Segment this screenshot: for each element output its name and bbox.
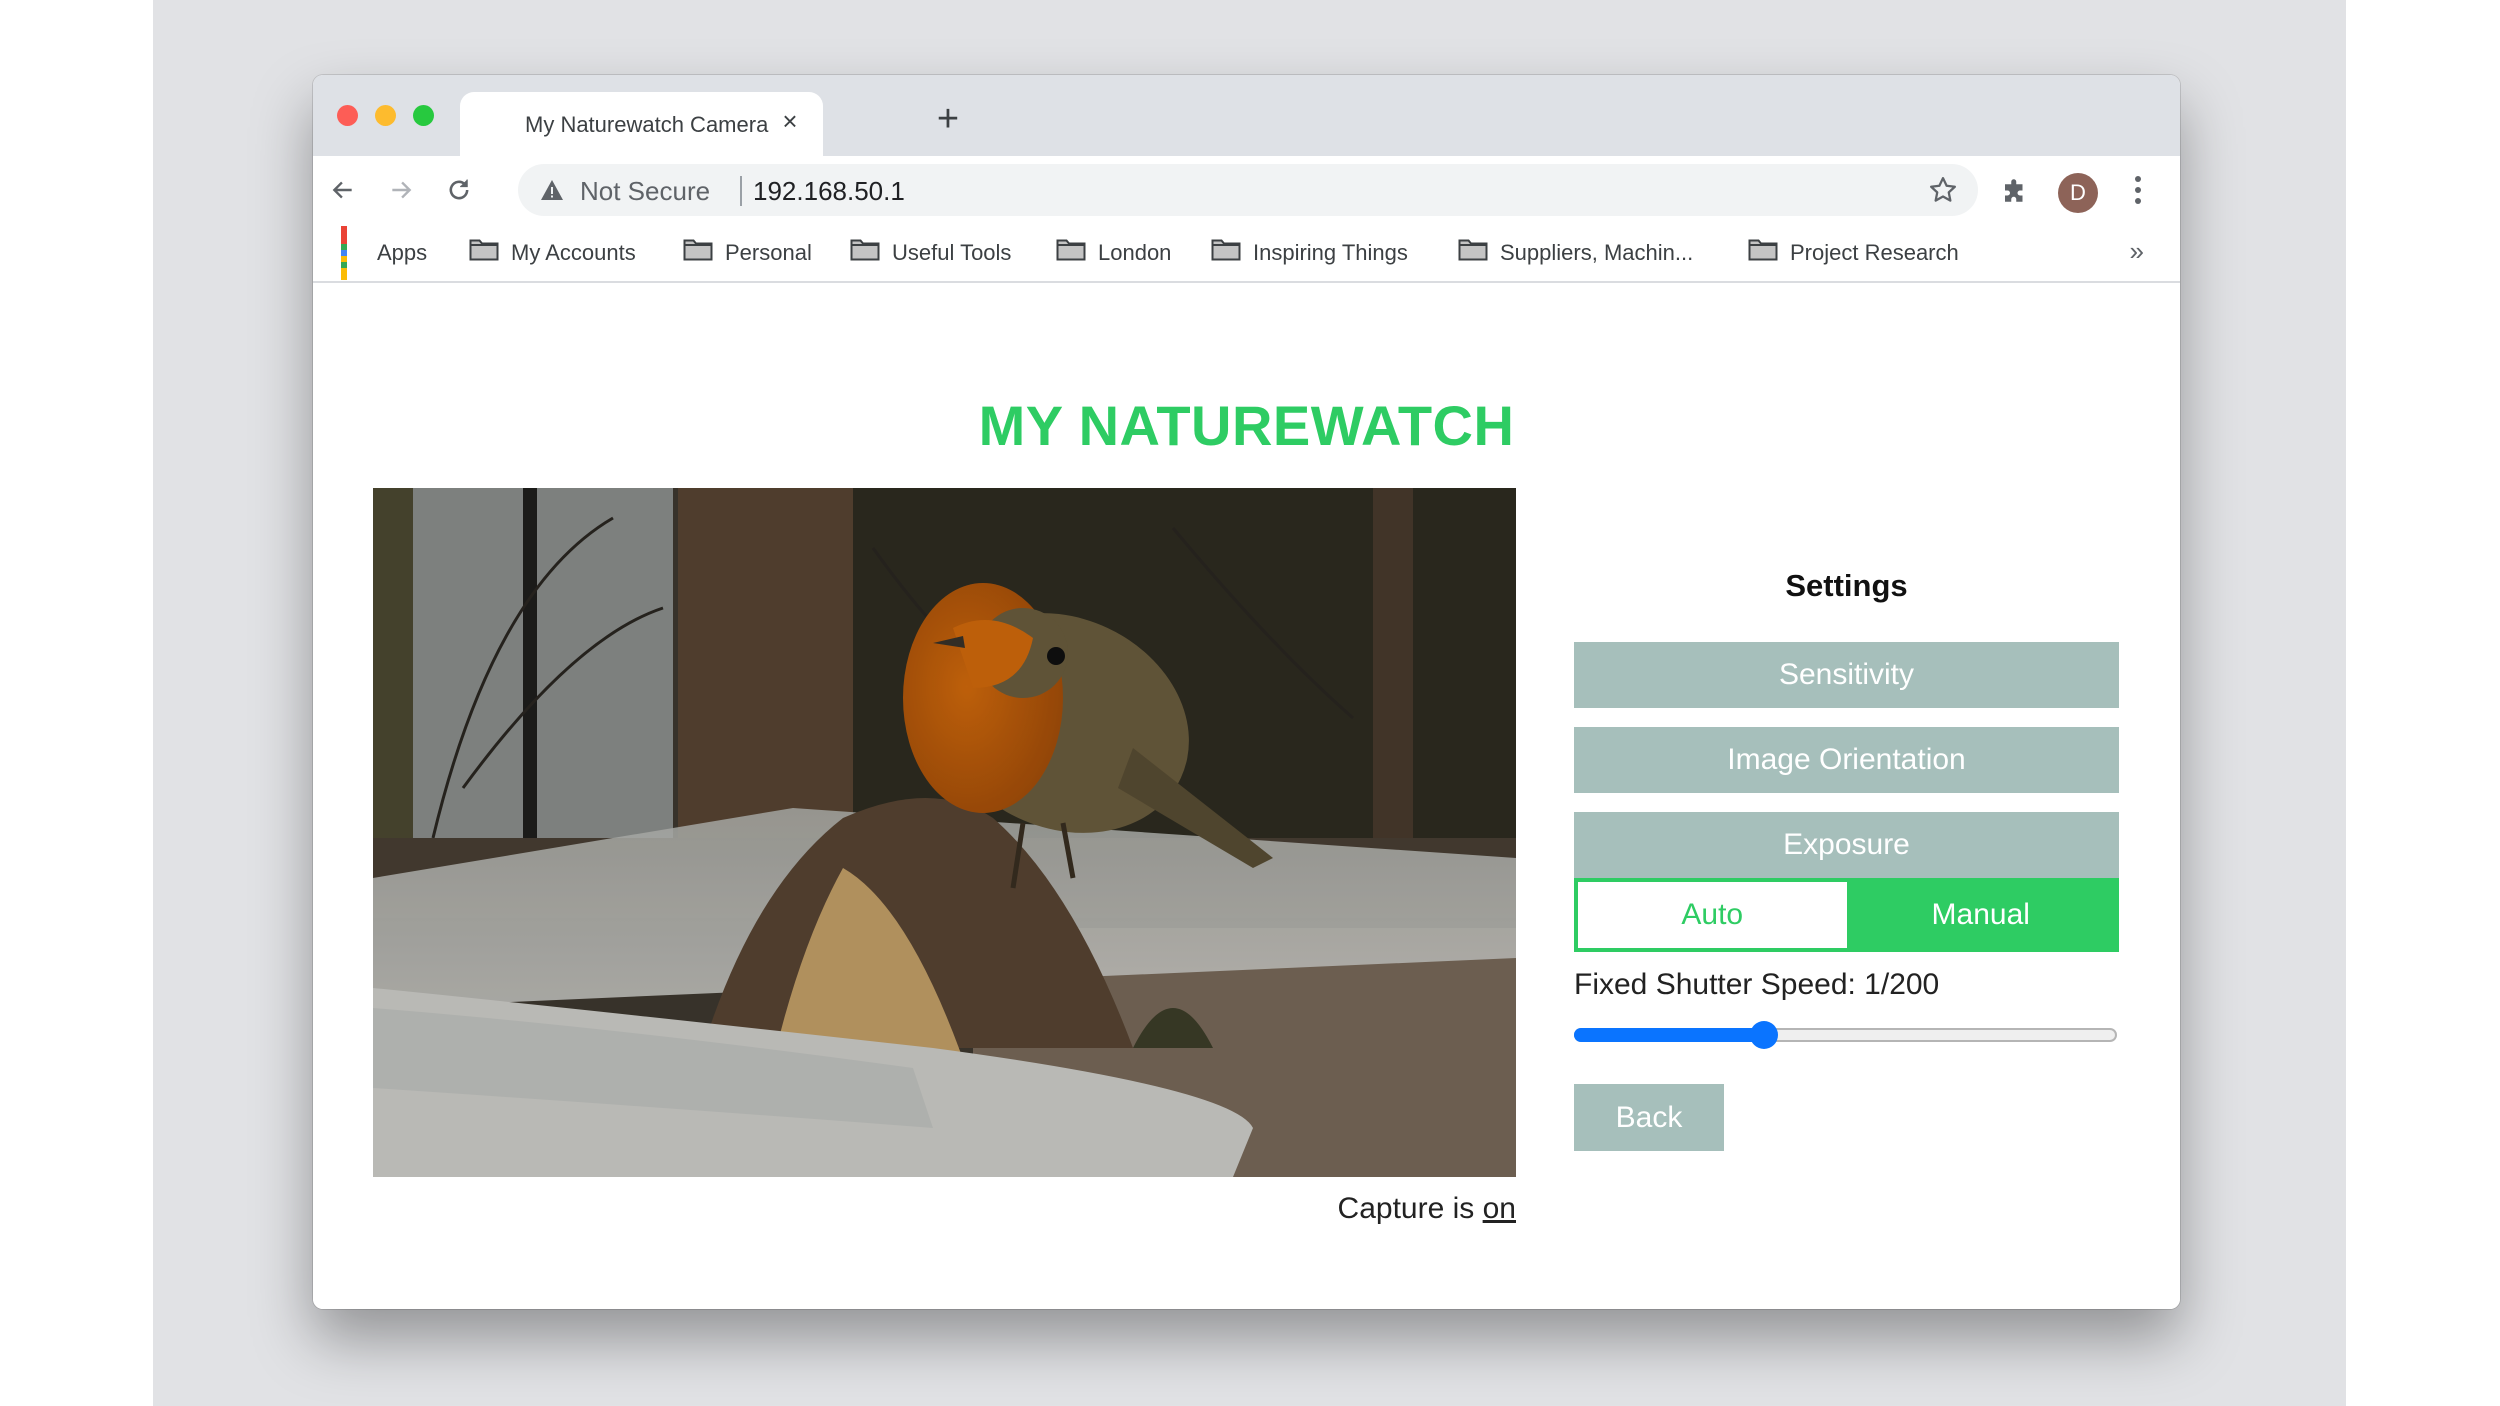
folder-icon xyxy=(1056,238,1086,268)
reload-icon[interactable] xyxy=(439,170,479,210)
sensitivity-button[interactable]: Sensitivity xyxy=(1574,642,2119,708)
capture-status: Capture is on xyxy=(1338,1192,1516,1226)
image-orientation-button[interactable]: Image Orientation xyxy=(1574,727,2119,793)
bookmark-suppliers[interactable]: Suppliers, Machin... xyxy=(1458,238,1693,268)
tab-strip: My Naturewatch Camera × + xyxy=(313,75,2180,156)
apps-grid-icon xyxy=(341,226,365,280)
bookmark-inspiring-things[interactable]: Inspiring Things xyxy=(1211,238,1408,268)
security-label: Not Secure xyxy=(580,176,711,206)
folder-icon xyxy=(1748,238,1778,268)
maximize-window-button[interactable] xyxy=(413,105,434,126)
bookmark-my-accounts[interactable]: My Accounts xyxy=(469,238,636,268)
bookmark-london[interactable]: London xyxy=(1056,238,1171,268)
shutter-speed-slider[interactable] xyxy=(1574,1021,2117,1049)
page-title: MY NATUREWATCH xyxy=(978,394,1515,457)
browser-toolbar: Not Secure 192.168.50.1 D xyxy=(313,156,2180,224)
bookmark-apps[interactable]: Apps xyxy=(341,226,428,280)
bookmark-label: Apps xyxy=(377,240,428,265)
exposure-manual-option[interactable]: Manual xyxy=(1846,882,2115,948)
exposure-button[interactable]: Exposure xyxy=(1574,812,2119,878)
browser-menu-icon[interactable] xyxy=(2133,176,2143,209)
bookmark-star-icon[interactable] xyxy=(1928,175,1958,210)
back-arrow-icon[interactable] xyxy=(323,170,363,210)
minimize-window-button[interactable] xyxy=(375,105,396,126)
folder-icon xyxy=(850,238,880,268)
profile-avatar[interactable]: D xyxy=(2058,173,2098,213)
page-content: MY NATUREWATCH Capture is on Settings Se… xyxy=(313,283,2180,1309)
warning-icon[interactable] xyxy=(540,179,564,206)
folder-icon xyxy=(1211,238,1241,268)
folder-icon xyxy=(469,238,499,268)
url-text[interactable]: 192.168.50.1 xyxy=(753,176,905,207)
address-bar[interactable]: Not Secure 192.168.50.1 xyxy=(518,164,1978,216)
bookmark-label: Personal xyxy=(725,240,812,265)
close-window-button[interactable] xyxy=(337,105,358,126)
exposure-auto-option[interactable]: Auto xyxy=(1578,882,1847,948)
bookmark-label: Suppliers, Machin... xyxy=(1500,240,1694,265)
exposure-mode-toggle: Auto Manual xyxy=(1574,878,2119,952)
shutter-speed-label: Fixed Shutter Speed: 1/200 xyxy=(1574,968,1940,1001)
bookmark-label: London xyxy=(1098,240,1172,265)
tab-active[interactable]: My Naturewatch Camera × xyxy=(460,92,823,156)
settings-title: Settings xyxy=(1785,568,1908,603)
bookmark-project-research[interactable]: Project Research xyxy=(1748,238,1959,268)
bookmarks-overflow-icon[interactable]: » xyxy=(2130,236,2144,267)
back-button[interactable]: Back xyxy=(1574,1084,1724,1151)
slider-fill xyxy=(1574,1028,1764,1042)
tab-close-icon[interactable]: × xyxy=(775,106,805,136)
forward-arrow-icon[interactable] xyxy=(381,170,421,210)
browser-window: My Naturewatch Camera × + Not Secure 192… xyxy=(313,75,2180,1309)
camera-feed-scene xyxy=(373,488,1516,1177)
capture-status-label: Capture is xyxy=(1337,1192,1483,1225)
bookmarks-bar: Apps My Accounts Personal Useful Tools L… xyxy=(313,224,2180,283)
folder-icon xyxy=(1458,238,1488,268)
address-divider xyxy=(740,176,742,206)
bookmark-label: Useful Tools xyxy=(892,240,1012,265)
folder-icon xyxy=(683,238,713,268)
slider-thumb[interactable] xyxy=(1750,1021,1778,1049)
extensions-puzzle-icon[interactable] xyxy=(2000,178,2030,213)
bookmark-label: Project Research xyxy=(1790,240,1959,265)
settings-panel: Settings Sensitivity Image Orientation E… xyxy=(1574,568,2119,1151)
bookmark-personal[interactable]: Personal xyxy=(683,238,812,268)
camera-feed-image xyxy=(373,488,1516,1177)
bookmark-label: My Accounts xyxy=(511,240,636,265)
tab-title: My Naturewatch Camera xyxy=(525,112,769,137)
bookmark-useful-tools[interactable]: Useful Tools xyxy=(850,238,1011,268)
new-tab-icon[interactable]: + xyxy=(933,100,963,138)
bookmark-label: Inspiring Things xyxy=(1253,240,1408,265)
capture-toggle-link[interactable]: on xyxy=(1483,1192,1516,1225)
